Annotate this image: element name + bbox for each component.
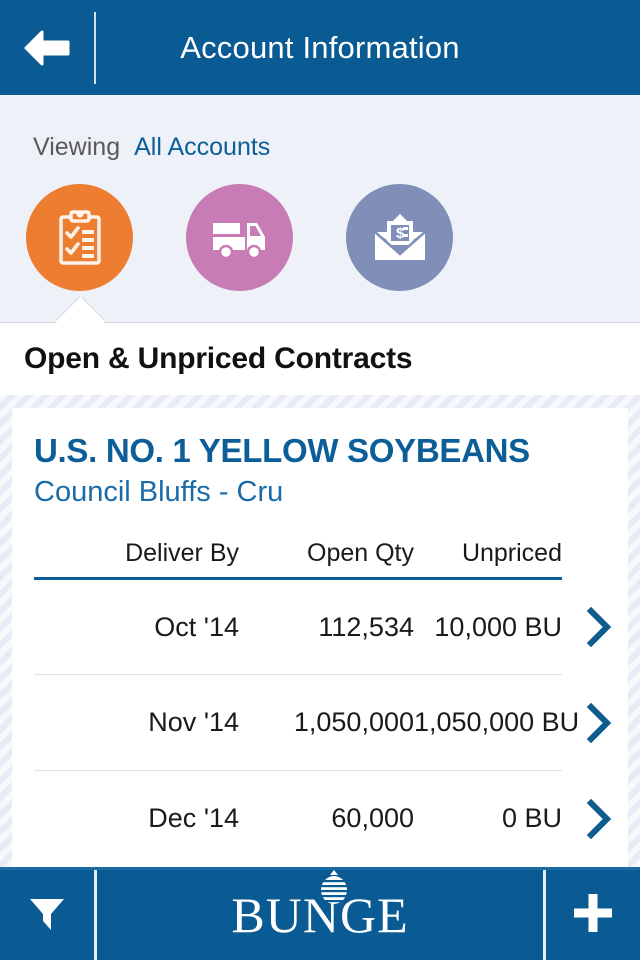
plus-icon <box>570 890 616 941</box>
row-disclosure-button[interactable] <box>562 579 612 675</box>
arrow-left-icon <box>22 28 72 68</box>
tab-shipments[interactable] <box>186 184 293 291</box>
back-button[interactable] <box>0 0 94 95</box>
table-header-row: Deliver By Open Qty Unpriced <box>34 539 612 580</box>
column-header-unpriced: Unpriced <box>414 539 562 580</box>
contracts-table: Deliver By Open Qty Unpriced Oct '14 112… <box>34 539 612 867</box>
commodity-title: U.S. NO. 1 YELLOW SOYBEANS <box>34 432 530 469</box>
viewing-label: Viewing <box>33 133 121 161</box>
cell-unpriced: 0 BU <box>501 803 562 834</box>
content-area: U.S. NO. 1 YELLOW SOYBEANS Council Bluff… <box>0 395 640 867</box>
section-title-bar: Open & Unpriced Contracts <box>0 323 640 395</box>
section-title: Open & Unpriced Contracts <box>24 342 413 375</box>
navbar-divider <box>94 11 96 84</box>
table-row[interactable]: Oct '14 112,534 10,000 BU <box>34 578 612 675</box>
cell-deliver-by: Oct '14 <box>34 578 239 675</box>
chevron-right-icon <box>576 702 612 743</box>
location-subtitle: Council Bluffs - Cru <box>34 476 284 508</box>
brand-logo: BUNGE <box>97 870 543 960</box>
top-navbar: Account Information <box>0 0 640 95</box>
chevron-right-icon <box>576 607 612 647</box>
cell-unpriced: 1,050,000 BU <box>414 674 579 771</box>
tab-invoices[interactable]: $ <box>346 184 453 291</box>
viewing-panel: Viewing All Accounts $ <box>0 95 640 323</box>
table-row[interactable]: Dec '14 60,000 0 BU <box>34 771 612 867</box>
clipboard-check-icon <box>55 209 105 267</box>
account-selector[interactable]: All Accounts <box>134 133 270 162</box>
bunge-grain-icon <box>317 868 351 908</box>
cell-open-qty: 1,050,000 <box>239 674 414 771</box>
tab-icon-row: $ <box>0 162 640 291</box>
cell-unpriced: 10,000 BU <box>414 578 562 675</box>
column-header-spacer <box>562 539 612 580</box>
cell-open-qty: 112,534 <box>239 578 414 675</box>
filter-funnel-icon <box>24 890 70 941</box>
envelope-dollar-icon: $ <box>371 212 429 264</box>
row-disclosure-button[interactable] <box>562 771 612 867</box>
column-header-open-qty: Open Qty <box>239 539 414 580</box>
add-button[interactable] <box>546 870 640 960</box>
viewing-row: Viewing All Accounts <box>0 95 640 162</box>
column-header-deliver-by: Deliver By <box>34 539 239 580</box>
app-root: Account Information Viewing All Accounts <box>0 0 640 960</box>
cell-open-qty: 60,000 <box>331 803 414 834</box>
bottom-toolbar: BUNGE <box>0 867 640 960</box>
cell-deliver-by: Dec '14 <box>148 803 239 834</box>
selected-tab-pointer <box>56 297 104 323</box>
table-row[interactable]: Nov '14 1,050,000 1,050,000 BU <box>34 674 612 771</box>
cell-deliver-by: Nov '14 <box>34 674 239 771</box>
chevron-right-icon <box>576 798 612 839</box>
truck-icon <box>210 215 270 261</box>
tab-contracts[interactable] <box>26 184 133 291</box>
page-title: Account Information <box>180 29 460 65</box>
contract-card: U.S. NO. 1 YELLOW SOYBEANS Council Bluff… <box>12 408 628 867</box>
filter-button[interactable] <box>0 870 94 960</box>
